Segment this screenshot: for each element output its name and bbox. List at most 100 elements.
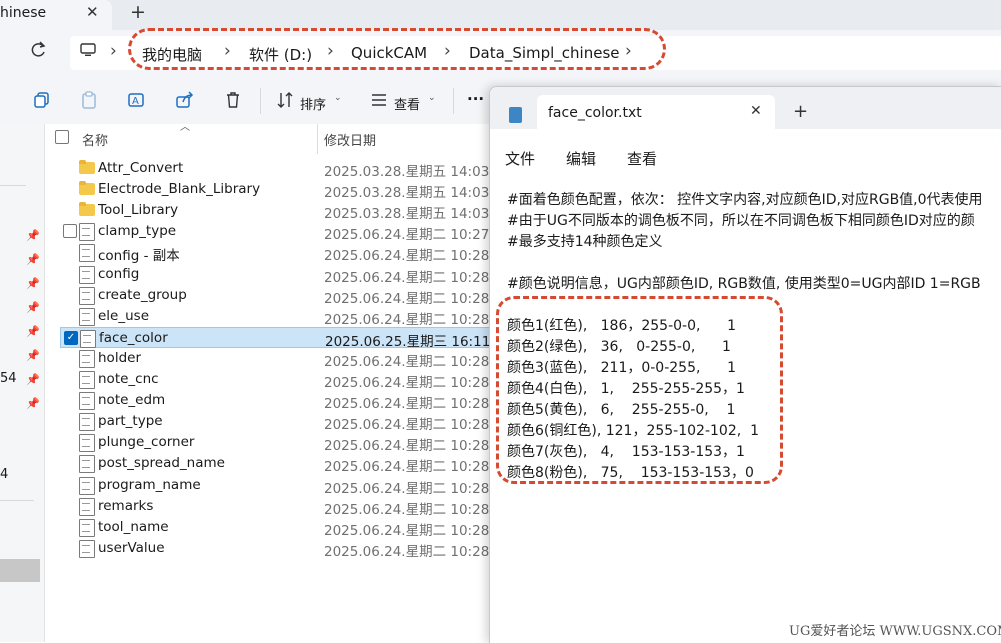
file-name: clamp_type [98, 223, 177, 240]
highlight-annotation [128, 28, 666, 70]
rename-icon[interactable]: A [128, 91, 146, 109]
text-file-icon [79, 539, 95, 558]
svg-text:A: A [132, 96, 139, 107]
text-line: #面着色颜色配置，依次： 控件文字内容,对应颜色ID,对应RGB值,0代表使用 [507, 192, 983, 208]
file-name: userValue [98, 539, 165, 556]
file-date: 2025.06.24.星期二 10:28 [324, 417, 490, 434]
file-name: holder [98, 349, 141, 366]
pin-icon[interactable]: 📌 [26, 277, 40, 290]
file-row[interactable]: note_edm 2025.06.24.星期二 10:28 [60, 390, 490, 412]
file-name: post_spread_name [98, 455, 225, 472]
computer-icon [80, 43, 96, 56]
file-name: plunge_corner [98, 434, 195, 451]
file-row[interactable]: plunge_corner 2025.06.24.星期二 10:28 [60, 432, 490, 454]
copy-icon[interactable] [33, 91, 51, 109]
sort-icon[interactable] [276, 91, 294, 109]
file-name: face_color [99, 329, 168, 346]
file-row[interactable]: note_cnc 2025.06.24.星期二 10:28 [60, 369, 490, 391]
close-tab-icon[interactable]: ✕ [750, 103, 762, 119]
nav-item-label[interactable]: 4 [0, 467, 8, 482]
file-row[interactable]: config 2025.06.24.星期二 10:28 [60, 264, 490, 286]
column-header-date[interactable]: 修改日期 [324, 130, 376, 149]
sort-ascending-icon: ︿ [180, 122, 190, 133]
text-file-icon [79, 286, 95, 305]
sort-button[interactable]: 排序 [300, 94, 326, 113]
text-file-icon [79, 371, 95, 389]
pin-icon[interactable]: 📌 [26, 373, 40, 386]
file-row[interactable]: remarks 2025.06.24.星期二 10:28 [60, 496, 490, 518]
column-divider[interactable] [317, 124, 318, 154]
file-name: config [98, 265, 140, 282]
folder-icon [79, 181, 95, 196]
file-row[interactable]: clamp_type 2025.06.24.星期二 10:27 [60, 221, 490, 243]
new-tab-button[interactable]: + [793, 101, 808, 122]
file-row[interactable]: config - 副本 2025.06.24.星期二 10:28 [60, 242, 490, 265]
file-row[interactable]: create_group 2025.06.24.星期二 10:28 [60, 285, 490, 307]
file-row[interactable]: Electrode_Blank_Library 2025.03.28.星期五 14… [60, 179, 490, 201]
file-row[interactable]: post_spread_name 2025.06.24.星期二 10:28 [60, 453, 490, 475]
paste-icon[interactable] [80, 91, 98, 109]
file-row[interactable]: part_type 2025.06.24.星期二 10:28 [60, 411, 490, 434]
file-name: create_group [98, 286, 187, 303]
delete-icon[interactable] [224, 91, 242, 109]
column-header-name[interactable]: 名称 [82, 130, 108, 149]
file-row[interactable]: program_name 2025.06.24.星期二 10:28 [60, 475, 490, 497]
menu-view[interactable]: 查看 [627, 148, 657, 169]
file-date: 2025.06.25.星期三 16:11 [325, 333, 491, 350]
select-all-checkbox[interactable] [55, 130, 69, 144]
file-date: 2025.06.24.星期二 10:28 [324, 501, 490, 518]
text-line: #由于UG不同版本的调色板不同，所以在不同调色板下相同颜色ID对应的颜 [507, 213, 975, 229]
view-button[interactable]: 查看 [394, 94, 420, 113]
pin-icon[interactable]: 📌 [26, 397, 40, 410]
new-tab-button[interactable]: + [130, 1, 146, 23]
close-tab-icon[interactable]: ✕ [86, 3, 99, 21]
pin-icon[interactable]: 📌 [26, 229, 40, 242]
nav-item-label[interactable]: 54 [0, 371, 17, 386]
file-row[interactable]: tool_name 2025.06.24.星期二 10:28 [60, 517, 490, 539]
file-name: program_name [98, 476, 201, 493]
share-icon[interactable] [176, 91, 194, 109]
chevron-right-icon: › [110, 41, 117, 61]
row-checkbox[interactable] [63, 224, 77, 239]
toolbar-divider [260, 88, 261, 114]
text-line [507, 253, 1001, 274]
pin-icon[interactable]: 📌 [26, 325, 40, 338]
watermark: UG爱好者论坛 WWW.UGSNX.COM [789, 624, 1001, 639]
explorer-tab-title: hinese [0, 5, 47, 21]
file-date: 2025.06.24.星期二 10:28 [324, 353, 490, 370]
nav-scrollbar-thumb[interactable] [0, 559, 40, 582]
text-file-icon [79, 497, 95, 516]
menu-file[interactable]: 文件 [505, 148, 535, 169]
file-name: Electrode_Blank_Library [98, 181, 261, 198]
pin-icon[interactable]: 📌 [26, 253, 40, 266]
file-date: 2025.06.24.星期二 10:28 [324, 290, 490, 307]
highlight-annotation [496, 296, 783, 484]
folder-icon [79, 202, 95, 217]
chevron-down-icon: ⌄ [334, 93, 342, 103]
pin-icon[interactable]: 📌 [26, 349, 40, 362]
row-checkbox[interactable]: ✓ [64, 330, 78, 345]
toolbar-divider [453, 88, 454, 114]
file-row[interactable]: holder 2025.06.24.星期二 10:28 [60, 348, 490, 370]
file-row[interactable]: ✓ face_color 2025.06.25.星期三 16:11 [60, 326, 491, 350]
file-row[interactable]: Tool_Library 2025.03.28.星期五 14:03 [60, 200, 490, 223]
file-row[interactable]: userValue 2025.06.24.星期二 10:28 [60, 538, 490, 560]
nav-divider [0, 185, 26, 186]
menu-edit[interactable]: 编辑 [566, 148, 596, 169]
file-name: note_cnc [98, 371, 159, 387]
text-file-icon [79, 518, 95, 537]
file-row[interactable]: Attr_Convert 2025.03.28.星期五 14:03 [60, 158, 490, 180]
file-date: 2025.06.24.星期二 10:28 [324, 543, 490, 560]
view-icon[interactable] [370, 91, 388, 109]
more-options-icon[interactable]: ··· [467, 90, 484, 108]
pin-icon[interactable]: 📌 [26, 301, 40, 314]
file-name: ele_use [98, 307, 150, 324]
file-name: config - 副本 [98, 248, 180, 265]
file-date: 2025.06.24.星期二 10:28 [324, 480, 490, 497]
text-file-icon [79, 455, 95, 474]
chevron-down-icon: ⌄ [428, 93, 436, 103]
refresh-icon[interactable] [27, 38, 49, 62]
text-file-icon [79, 434, 95, 453]
file-row[interactable]: ele_use 2025.06.24.星期二 10:28 [60, 306, 490, 328]
file-date: 2025.03.28.星期五 14:03 [324, 206, 490, 223]
